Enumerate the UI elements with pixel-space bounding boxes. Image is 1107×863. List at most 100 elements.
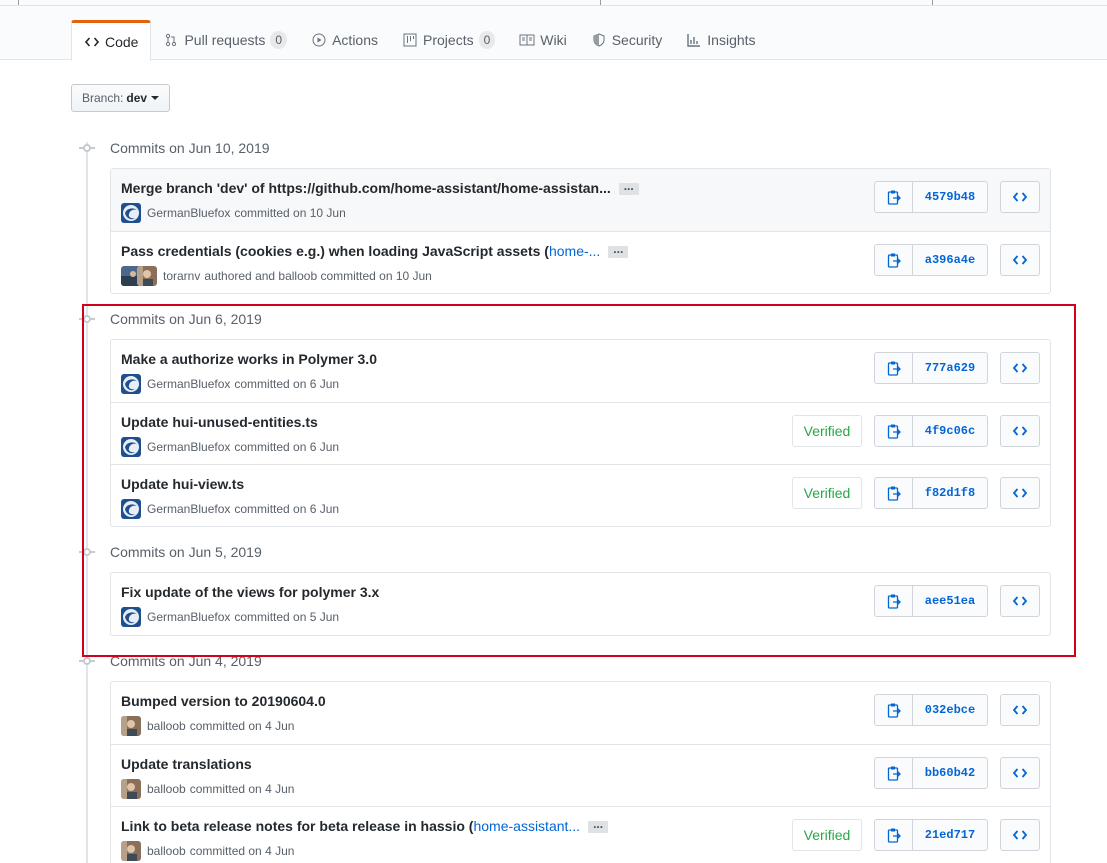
commit-sha-link[interactable]: bb60b42: [913, 758, 987, 788]
copy-sha-button[interactable]: [875, 695, 913, 725]
tab-actions[interactable]: Actions: [299, 20, 390, 60]
commit-sha-link[interactable]: a396a4e: [913, 245, 987, 275]
commit-author-link[interactable]: GermanBluefox: [147, 440, 230, 454]
commit-author-link[interactable]: torarnv: [163, 269, 200, 283]
avatar[interactable]: [121, 499, 141, 519]
commit-author-link[interactable]: balloob: [147, 782, 186, 796]
expand-message-button[interactable]: ...: [588, 818, 609, 834]
tab-wiki[interactable]: Wiki: [507, 20, 578, 60]
commit-message-link[interactable]: Fix update of the views for polymer 3.x: [121, 584, 379, 600]
commit-author-link[interactable]: GermanBluefox: [147, 502, 230, 516]
commit-group-icon: [79, 142, 95, 154]
commit-message-link[interactable]: Update translations: [121, 756, 252, 772]
commit-message-link[interactable]: Merge branch 'dev' of https://github.com…: [121, 180, 611, 196]
clipboard-icon: [887, 252, 901, 268]
browse-repo-button[interactable]: [1000, 352, 1040, 384]
commit-message-link[interactable]: Pass credentials (cookies e.g.) when loa…: [121, 243, 549, 259]
commit-sha-link[interactable]: 4579b48: [913, 182, 987, 212]
commit-sha-link[interactable]: 21ed717: [913, 820, 987, 850]
commit-author-link[interactable]: GermanBluefox: [147, 206, 230, 220]
commit-meta: GermanBluefox committed on 10 Jun: [121, 203, 346, 223]
commit-sha-link[interactable]: 4f9c06c: [913, 416, 987, 446]
code-icon: [1013, 767, 1027, 779]
clipboard-icon: [887, 702, 901, 718]
tab-security[interactable]: Security: [579, 20, 675, 60]
commit-message-link[interactable]: Bumped version to 20190604.0: [121, 693, 326, 709]
tab-code[interactable]: Code: [71, 20, 152, 61]
commit-list: Fix update of the views for polymer 3.x G…: [110, 572, 1051, 636]
strip-mark: [932, 0, 933, 5]
avatar[interactable]: [121, 779, 141, 799]
avatar[interactable]: [121, 607, 141, 627]
commit-meta: GermanBluefox committed on 6 Jun: [121, 374, 339, 394]
expand-message-button[interactable]: ...: [618, 180, 639, 196]
commit-sha-link[interactable]: 777a629: [913, 353, 987, 383]
commit-issue-link[interactable]: home-assistant...: [473, 818, 580, 834]
tab-projects[interactable]: Projects 0: [390, 20, 507, 60]
verified-badge[interactable]: Verified: [792, 819, 862, 851]
commit-issue-link[interactable]: home-...: [549, 243, 600, 259]
commit-list: Bumped version to 20190604.0 balloob commi…: [110, 681, 1051, 863]
clipboard-icon: [887, 593, 901, 609]
browse-repo-button[interactable]: [1000, 585, 1040, 617]
commit-author-link[interactable]: GermanBluefox: [147, 377, 230, 391]
copy-sha-button[interactable]: [875, 758, 913, 788]
avatar[interactable]: [121, 841, 141, 861]
copy-sha-button[interactable]: [875, 478, 913, 508]
commit-title: Link to beta release notes for beta rele…: [121, 818, 609, 834]
commit-sha-link[interactable]: 032ebce: [913, 695, 987, 725]
copy-sha-button[interactable]: [875, 182, 913, 212]
pull-request-icon: [163, 32, 179, 48]
commit-message-link[interactable]: Update hui-view.ts: [121, 476, 244, 492]
graph-icon: [686, 32, 702, 48]
commit-row: Make a authorize works in Polymer 3.0 Ger…: [111, 340, 1050, 402]
commit-row: Bumped version to 20190604.0 balloob commi…: [111, 682, 1050, 744]
browse-repo-button[interactable]: [1000, 477, 1040, 509]
commit-author-link[interactable]: balloob: [147, 844, 186, 858]
commit-author-link[interactable]: GermanBluefox: [147, 610, 230, 624]
branch-select-button[interactable]: Branch: dev: [71, 84, 171, 112]
avatar[interactable]: [121, 374, 141, 394]
clipboard-icon: [887, 189, 901, 205]
copy-sha-button[interactable]: [875, 586, 913, 616]
commit-sha-group: 777a629: [874, 352, 988, 384]
commit-sha-link[interactable]: f82d1f8: [913, 478, 987, 508]
commit-row: Merge branch 'dev' of https://github.com…: [111, 169, 1050, 231]
commit-message-link[interactable]: Link to beta release notes for beta rele…: [121, 818, 473, 834]
copy-sha-button[interactable]: [875, 353, 913, 383]
commit-meta: balloob committed on 4 Jun: [121, 779, 294, 799]
browse-repo-button[interactable]: [1000, 181, 1040, 213]
commit-meta: torarnv authored and balloob committed on…: [121, 266, 432, 286]
commit-message-link[interactable]: Update hui-unused-entities.ts: [121, 414, 318, 430]
copy-sha-button[interactable]: [875, 820, 913, 850]
copy-sha-button[interactable]: [875, 416, 913, 446]
verified-badge[interactable]: Verified: [792, 415, 862, 447]
browse-repo-button[interactable]: [1000, 244, 1040, 276]
commit-sha-group: bb60b42: [874, 757, 988, 789]
commit-title: Bumped version to 20190604.0: [121, 693, 326, 709]
code-icon: [1013, 191, 1027, 203]
avatar[interactable]: [121, 716, 141, 736]
browse-repo-button[interactable]: [1000, 694, 1040, 726]
expand-message-button[interactable]: ...: [608, 243, 629, 259]
tab-label: Projects: [423, 32, 474, 48]
commit-sha-link[interactable]: aee51ea: [913, 586, 987, 616]
tab-insights[interactable]: Insights: [674, 20, 767, 60]
browse-repo-button[interactable]: [1000, 819, 1040, 851]
tab-pull-requests[interactable]: Pull requests 0: [151, 20, 299, 60]
commit-title: Merge branch 'dev' of https://github.com…: [121, 180, 639, 196]
commit-group-date: Commits on Jun 4, 2019: [110, 653, 262, 669]
avatar[interactable]: [121, 203, 141, 223]
commit-row: Update hui-view.ts GermanBluefox committed…: [111, 464, 1050, 526]
verified-badge[interactable]: Verified: [792, 477, 862, 509]
commit-message-link[interactable]: Make a authorize works in Polymer 3.0: [121, 351, 377, 367]
avatar[interactable]: [121, 437, 141, 457]
commit-title: Fix update of the views for polymer 3.x: [121, 584, 379, 600]
commit-author-link[interactable]: balloob: [147, 719, 186, 733]
browse-repo-button[interactable]: [1000, 757, 1040, 789]
commit-meta: GermanBluefox committed on 6 Jun: [121, 437, 339, 457]
commit-row: Update translations balloob committed on 4…: [111, 744, 1050, 806]
avatar[interactable]: [137, 266, 157, 286]
browse-repo-button[interactable]: [1000, 415, 1040, 447]
copy-sha-button[interactable]: [875, 245, 913, 275]
